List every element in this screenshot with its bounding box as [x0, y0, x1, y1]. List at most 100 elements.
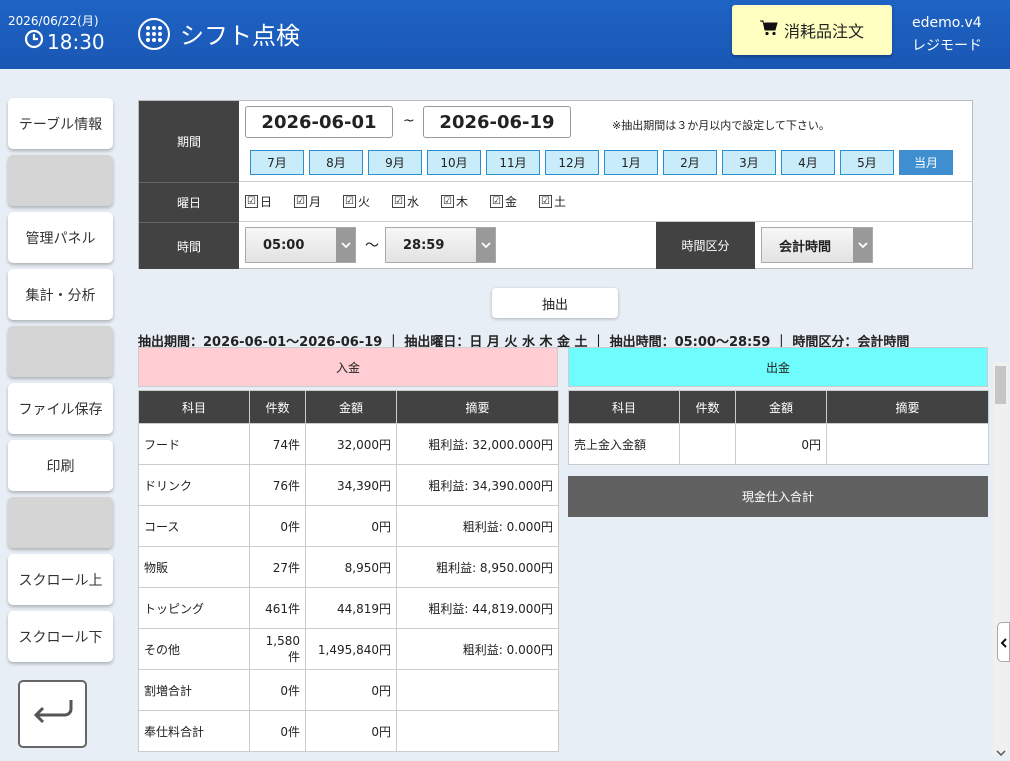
sidebar-item-print[interactable]: 印刷 [8, 440, 113, 491]
table-row: 売上金入金額 0円 [568, 423, 989, 465]
grid-menu-icon[interactable] [138, 17, 170, 50]
date-from-input[interactable]: 2026-06-01 [245, 106, 393, 138]
month-button-aug[interactable]: 8月 [309, 150, 363, 175]
weekday-text: 土 [554, 195, 567, 209]
expense-table: 科目 件数 金額 摘要 売上金入金額 0円 [568, 390, 989, 465]
month-button-current[interactable]: 当月 [899, 150, 953, 175]
weekday-text: 水 [407, 195, 420, 209]
chevron-left-icon [1000, 633, 1008, 652]
order-supplies-button[interactable]: 消耗品注文 [732, 5, 892, 55]
column-header: 科目 [568, 390, 680, 424]
cell-count: 461件 [249, 587, 306, 629]
chevron-down-icon [476, 228, 495, 262]
sidebar-item-blank-1 [8, 155, 113, 206]
cell-item: その他 [138, 628, 250, 670]
month-button-jan[interactable]: 1月 [604, 150, 658, 175]
table-row: 割増合計 0件 0円 [138, 669, 559, 711]
weekday-text: 火 [358, 195, 371, 209]
cell-item: コース [138, 505, 250, 547]
cell-count [679, 423, 736, 465]
time-from-select[interactable]: 05:00 [245, 227, 356, 263]
time-division-label: 時間区分 [656, 222, 755, 269]
income-table: 科目 件数 金額 摘要 フード 74件 32,000円 粗利益: 32,000.000… [138, 390, 559, 752]
sidebar-item-table-info[interactable]: テーブル情報 [8, 98, 113, 149]
sidebar-item-blank-2 [8, 326, 113, 377]
cell-count: 1,580件 [249, 628, 306, 670]
period-label: 期間 [139, 101, 239, 182]
chevron-down-icon [336, 228, 355, 262]
extract-button[interactable]: 抽出 [492, 288, 618, 318]
order-supplies-label: 消耗品注文 [783, 22, 864, 41]
weekday-checkbox-tue[interactable]: ☑ 火 [343, 193, 370, 210]
time-to-value: 28:59 [403, 237, 445, 253]
cell-amount: 0円 [305, 669, 397, 711]
time-label: 時間 [139, 222, 239, 269]
weekday-checkbox-sun[interactable]: ☑ 日 [245, 193, 272, 210]
cell-amount: 0円 [305, 710, 397, 752]
table-row: その他 1,580件 1,495,840円 粗利益: 0.000円 [138, 628, 559, 670]
cell-note: 粗利益: 34,390.000円 [396, 464, 559, 506]
cell-note [396, 669, 559, 711]
weekday-checkbox-wed[interactable]: ☑ 水 [392, 193, 419, 210]
header-time: 18:30 [24, 29, 105, 54]
column-header: 件数 [249, 390, 306, 424]
checkbox-checked-icon: ☑ [343, 195, 356, 208]
user-info: edemo.v4 レジモード [912, 12, 982, 58]
sidebar-item-analytics[interactable]: 集計・分析 [8, 269, 113, 320]
cell-count: 76件 [249, 464, 306, 506]
month-button-nov[interactable]: 11月 [486, 150, 540, 175]
cell-amount: 0円 [305, 505, 397, 547]
month-button-dec[interactable]: 12月 [545, 150, 599, 175]
month-button-feb[interactable]: 2月 [663, 150, 717, 175]
column-header: 金額 [305, 390, 397, 424]
time-division-select[interactable]: 会計時間 [761, 227, 873, 263]
date-to-input[interactable]: 2026-06-19 [423, 106, 571, 138]
weekday-checkbox-mon[interactable]: ☑ 月 [294, 193, 321, 210]
month-button-jul[interactable]: 7月 [250, 150, 304, 175]
sidebar-item-save-file[interactable]: ファイル保存 [8, 383, 113, 434]
checkbox-checked-icon: ☑ [490, 195, 503, 208]
cell-amount: 8,950円 [305, 546, 397, 588]
sidebar-item-scroll-up[interactable]: スクロール上 [8, 554, 113, 605]
expense-header-row: 科目 件数 金額 摘要 [568, 390, 989, 424]
table-row: ドリンク 76件 34,390円 粗利益: 34,390.000円 [138, 464, 559, 506]
cell-item: 売上金入金額 [568, 423, 680, 465]
user-name: edemo.v4 [912, 15, 982, 31]
filter-form: 期間 曜日 時間 2026-06-01 ~ 2026-06-19 ※抽出期間は３… [138, 100, 973, 269]
time-range-tilde: ～ [365, 238, 379, 254]
table-row: 奉仕料合計 0件 0円 [138, 710, 559, 752]
weekday-checkbox-fri[interactable]: ☑ 金 [490, 193, 517, 210]
weekday-checkbox-sat[interactable]: ☑ 土 [539, 193, 566, 210]
month-button-may[interactable]: 5月 [840, 150, 894, 175]
side-tab-handle[interactable] [997, 622, 1010, 662]
weekday-text: 木 [456, 195, 469, 209]
back-button[interactable] [18, 680, 87, 748]
column-header: 金額 [735, 390, 827, 424]
return-arrow-icon [31, 697, 75, 731]
month-button-mar[interactable]: 3月 [722, 150, 776, 175]
scroll-down-arrow-icon[interactable] [996, 742, 1006, 761]
period-note: ※抽出期間は３か月以内で設定して下さい。 [612, 119, 830, 132]
weekday-checkbox-thu[interactable]: ☑ 木 [441, 193, 468, 210]
table-row: トッピング 461件 44,819円 粗利益: 44,819.000円 [138, 587, 559, 629]
page-title: シフト点検 [138, 16, 300, 51]
cell-count: 0件 [249, 669, 306, 711]
expense-title: 出金 [568, 347, 988, 387]
cell-amount: 32,000円 [305, 423, 397, 465]
scrollbar-thumb[interactable] [995, 366, 1006, 404]
vertical-scrollbar[interactable] [993, 362, 1008, 755]
checkbox-checked-icon: ☑ [539, 195, 552, 208]
cell-note: 粗利益: 0.000円 [396, 505, 559, 547]
cell-note [826, 423, 989, 465]
cell-count: 0件 [249, 710, 306, 752]
month-button-oct[interactable]: 10月 [427, 150, 481, 175]
sidebar-item-admin-panel[interactable]: 管理パネル [8, 212, 113, 263]
sidebar-item-scroll-down[interactable]: スクロール下 [8, 611, 113, 662]
weekday-text: 金 [505, 195, 518, 209]
month-button-apr[interactable]: 4月 [781, 150, 835, 175]
month-button-sep[interactable]: 9月 [368, 150, 422, 175]
time-to-select[interactable]: 28:59 [385, 227, 496, 263]
cell-amount: 0円 [735, 423, 827, 465]
cell-item: ドリンク [138, 464, 250, 506]
cell-amount: 34,390円 [305, 464, 397, 506]
